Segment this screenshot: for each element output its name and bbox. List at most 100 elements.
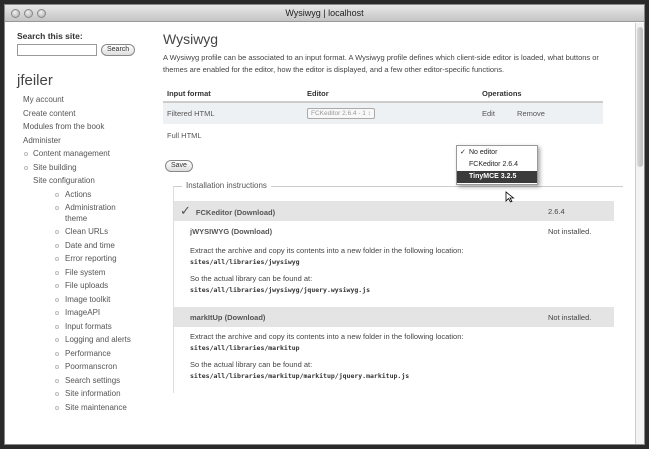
nav-item-label[interactable]: Image toolkit [65,295,110,304]
extract-text: Extract the archive and copy its content… [190,246,464,255]
nav-item-label[interactable]: Modules from the book [23,122,104,131]
search-input[interactable] [17,44,97,56]
navigation-menu: My account Create content Modules from t… [17,93,153,414]
dropdown-option-fckeditor[interactable]: FCKeditor 2.6.4 [457,159,537,171]
nav-item-label[interactable]: Content management [33,149,110,158]
nav-item-label[interactable]: File uploads [65,281,108,290]
nav-item-label[interactable]: Site building [33,163,77,172]
nav-item-label[interactable]: Date and time [65,241,115,250]
title-bar: Wysiwyg | localhost [5,5,644,22]
nav-item-label[interactable]: Error reporting [65,254,117,263]
library-title: markItUp (Download) [180,313,265,322]
browser-window: Wysiwyg | localhost Search this site: Se… [4,4,645,445]
download-link[interactable]: (Download) [234,208,275,217]
nav-item-clean-urls[interactable]: Clean URLs [17,225,153,239]
table-header-row: Input format Editor Operations [163,86,603,103]
installation-instructions-fieldset: Installation instructions ✓ FCKeditor (Do… [173,181,623,393]
input-format-cell: Full HTML [167,130,202,140]
nav-item-modules-from-book[interactable]: Modules from the book [17,120,153,134]
remove-link[interactable]: Remove [517,109,545,118]
download-link[interactable]: (Download) [231,227,272,236]
nav-item-logging-and-alerts[interactable]: Logging and alerts [17,333,153,347]
save-button[interactable]: Save [165,160,193,172]
library-name: FCKeditor [195,208,233,217]
scrollbar-thumb[interactable] [637,27,643,167]
nav-item-date-and-time[interactable]: Date and time [17,239,153,253]
nav-item-site-building[interactable]: Site building [17,161,153,175]
nav-item-image-toolkit[interactable]: Image toolkit [17,293,153,307]
library-row-markitup: markItUp (Download) Not installed. [174,307,614,327]
bullet-icon [55,365,59,369]
nav-item-label[interactable]: Input formats [65,322,112,331]
nav-item-label[interactable]: Actions [65,190,91,199]
bullet-icon [55,378,59,383]
column-header-input-format: Input format [163,86,303,103]
nav-item-site-maintenance[interactable]: Site maintenance [17,401,153,415]
nav-item-label[interactable]: My account [23,95,64,104]
found-text: So the actual library can be found at: [190,360,313,369]
found-path: sites/all/libraries/markitup/markitup/jq… [190,372,410,380]
nav-item-create-content[interactable]: Create content [17,107,153,121]
window-title: Wysiwyg | localhost [285,8,364,18]
nav-item-label[interactable]: Poormanscron [65,362,117,371]
dropdown-option-no-editor[interactable]: No editor [457,147,537,159]
checkmark-icon: ✓ [180,203,191,218]
table-row: Filtered HTML FCKeditor 2.6.4 - 1 Edit R… [163,102,603,124]
found-path: sites/all/libraries/jwysiwyg/jquery.wysi… [190,286,371,294]
nav-item-error-reporting[interactable]: Error reporting [17,252,153,266]
close-window-icon[interactable] [11,9,20,18]
nav-item-file-uploads[interactable]: File uploads [17,279,153,293]
search-row: Search [17,44,153,56]
zoom-window-icon[interactable] [37,9,46,18]
nav-item-label[interactable]: Site configuration [33,176,95,185]
fieldset-legend[interactable]: Installation instructions [182,181,271,190]
nav-item-content-management[interactable]: Content management [17,147,153,161]
nav-item-file-system[interactable]: File system [17,266,153,280]
library-status: Not installed. [548,226,592,236]
nav-item-label[interactable]: Performance [65,349,111,358]
nav-item-actions[interactable]: Actions [17,188,153,202]
nav-item-label[interactable]: Logging and alerts [65,335,131,344]
username-heading: jfeiler [17,72,53,89]
search-button[interactable]: Search [101,44,136,56]
nav-item-site-configuration[interactable]: Site configuration [17,174,153,188]
vertical-scrollbar[interactable] [635,23,644,444]
nav-item-label[interactable]: ImageAPI [65,308,100,317]
editor-cell [303,124,478,146]
nav-item-performance[interactable]: Performance [17,347,153,361]
window-controls [11,9,46,18]
library-row-fckeditor: ✓ FCKeditor (Download) 2.6.4 [174,201,614,221]
nav-item-poormanscron[interactable]: Poormanscron [17,360,153,374]
nav-item-label[interactable]: Create content [23,109,75,118]
library-status: 2.6.4 [548,206,565,216]
editor-select[interactable]: FCKeditor 2.6.4 - 1 [307,108,375,119]
edit-link[interactable]: Edit [482,109,495,118]
minimize-window-icon[interactable] [24,9,33,18]
nav-item-label[interactable]: Site maintenance [65,403,127,412]
dropdown-option-tinymce[interactable]: TinyMCE 3.2.5 [457,171,537,183]
nav-item-site-information[interactable]: Site information [17,387,153,401]
download-link[interactable]: (Download) [225,313,266,322]
nav-item-label[interactable]: Search settings [65,376,120,385]
nav-item-imageapi[interactable]: ImageAPI [17,306,153,320]
nav-item-label[interactable]: File system [65,268,105,277]
nav-item-my-account[interactable]: My account [17,93,153,107]
editor-dropdown-menu: No editor FCKeditor 2.6.4 TinyMCE 3.2.5 [456,145,538,185]
nav-item-administration-theme[interactable]: Administration theme [17,201,116,225]
profiles-table: Input format Editor Operations Filtered … [163,86,603,146]
nav-item-label[interactable]: Site information [65,389,121,398]
nav-item-administer[interactable]: Administer [17,134,153,148]
nav-item-label[interactable]: Clean URLs [65,227,108,236]
nav-item-input-formats[interactable]: Input formats [17,320,153,334]
nav-item-search-settings[interactable]: Search settings [17,374,153,388]
bullet-icon [55,243,59,248]
page-content: Search this site: Search jfeiler My acco… [5,23,644,444]
bullet-icon [55,257,59,261]
operations-cell [478,124,603,146]
nav-item-label[interactable]: Administer [23,136,61,145]
operations-cell: Edit Remove [478,102,603,124]
nav-item-label[interactable]: Administration theme [65,203,116,223]
extract-text: Extract the archive and copy its content… [190,332,464,341]
column-header-editor: Editor [303,86,478,103]
bullet-icon [55,311,59,315]
